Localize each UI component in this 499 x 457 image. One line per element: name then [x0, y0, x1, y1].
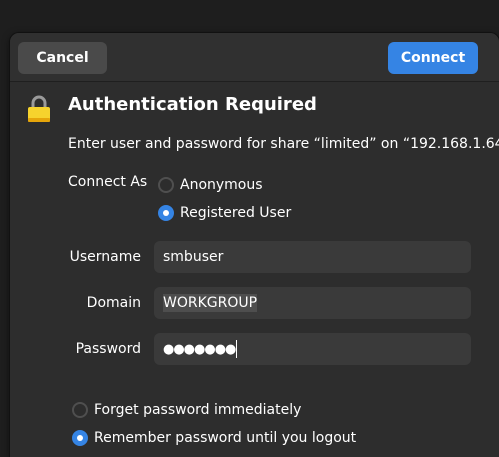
share-prompt: Enter user and password for share “limit… [68, 136, 499, 152]
radio-label: Forget password immediately [94, 402, 302, 418]
domain-label: Domain [86, 295, 141, 311]
header-bar: Cancel Connect [10, 33, 499, 82]
password-label: Password [75, 341, 141, 357]
radio-forget-password[interactable]: Forget password immediately [72, 402, 301, 418]
radio-button[interactable] [72, 402, 88, 418]
text-caret [236, 340, 238, 358]
password-value: ●●●●●●● [163, 341, 236, 357]
auth-dialog: Cancel Connect Authentication Required E… [10, 33, 499, 457]
radio-button[interactable] [158, 205, 174, 221]
username-value: smbuser [163, 249, 224, 265]
radio-remember-until-logout[interactable]: Remember password until you logout [72, 430, 356, 446]
connect-as-label: Connect As [68, 174, 148, 190]
username-label: Username [69, 249, 141, 265]
radio-label: Registered User [180, 205, 292, 221]
domain-field[interactable]: WORKGROUP [154, 287, 471, 319]
radio-button[interactable] [158, 177, 174, 193]
radio-registered-user[interactable]: Registered User [158, 205, 291, 221]
lock-icon [28, 95, 50, 122]
password-field[interactable]: ●●●●●●● [154, 333, 471, 365]
domain-value: WORKGROUP [163, 294, 258, 312]
dialog-title: Authentication Required [68, 94, 317, 115]
connect-button[interactable]: Connect [388, 42, 478, 74]
radio-label: Anonymous [180, 177, 263, 193]
radio-button[interactable] [72, 430, 88, 446]
radio-label: Remember password until you logout [94, 430, 357, 446]
username-field[interactable]: smbuser [154, 241, 471, 273]
cancel-button[interactable]: Cancel [18, 42, 107, 74]
radio-anonymous[interactable]: Anonymous [158, 177, 263, 193]
